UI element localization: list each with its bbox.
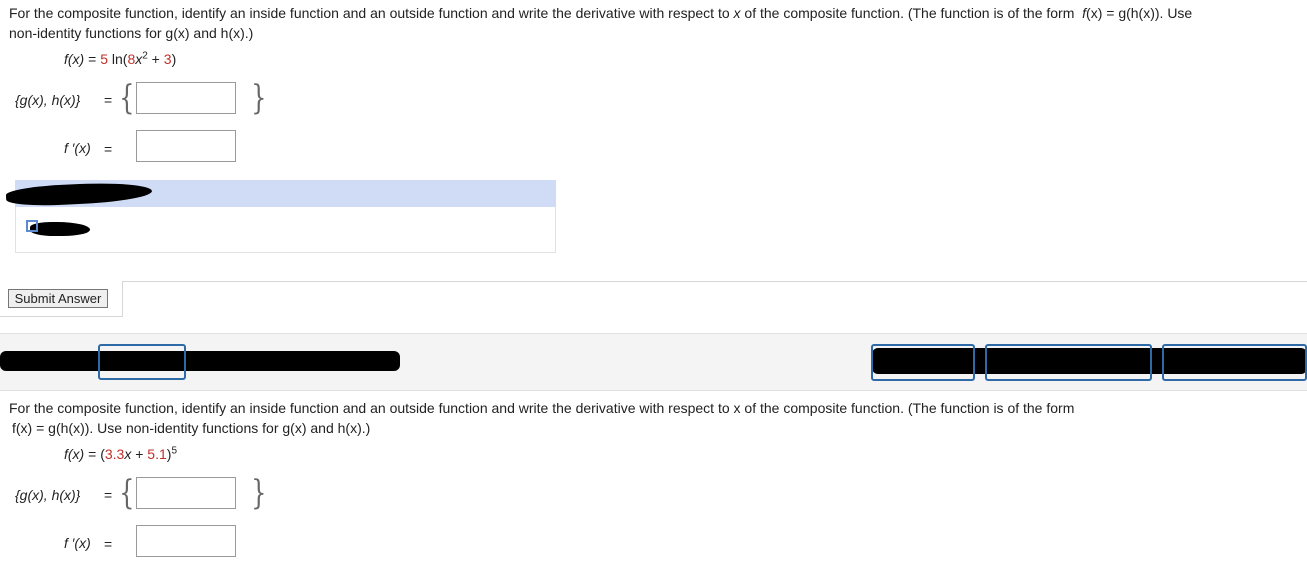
prompt-text: For the composite function, identify an … bbox=[9, 400, 1075, 416]
derivative-equals: = bbox=[104, 536, 113, 552]
pair-label: {g(x), h(x)} bbox=[15, 487, 80, 503]
open-brace: { bbox=[119, 78, 135, 118]
exponent: 5 bbox=[171, 445, 177, 457]
derivative-label: f ′(x) bbox=[64, 535, 91, 551]
derivative-answer-input[interactable] bbox=[136, 525, 236, 557]
prompt-text: non-identity functions for g(x) and h(x)… bbox=[9, 25, 254, 41]
plus-sign: + bbox=[131, 446, 148, 462]
prompt-text: (x) = g(h(x)). Use bbox=[1086, 5, 1193, 21]
equals-sign: = bbox=[88, 51, 97, 67]
toolbar-button[interactable] bbox=[1162, 344, 1307, 381]
toolbar-button[interactable] bbox=[871, 344, 975, 381]
question-1-prompt: For the composite function, identify an … bbox=[9, 3, 1299, 43]
derivative-label-text: f ′(x) bbox=[64, 535, 91, 551]
open-brace: { bbox=[119, 473, 135, 513]
inner-constant: 3 bbox=[163, 51, 172, 67]
help-panel-body bbox=[15, 207, 556, 253]
function-lhs: f(x) bbox=[64, 51, 85, 67]
derivative-answer-input[interactable] bbox=[136, 130, 236, 162]
prompt-var: x bbox=[733, 5, 741, 21]
prompt-text: f(x) = g(h(x)). Use non-identity functio… bbox=[12, 420, 371, 436]
prompt-text: of the composite function. (The function… bbox=[740, 5, 1079, 21]
submit-answer-button[interactable]: Submit Answer bbox=[8, 289, 108, 308]
pair-label-text: {g(x), h(x)} bbox=[15, 487, 81, 503]
toolbar-button[interactable] bbox=[985, 344, 1152, 381]
derivative-label: f ′(x) bbox=[64, 140, 91, 156]
question-1-function: f(x) = 5 ln(8x2 + 3) bbox=[64, 51, 176, 67]
function-lhs: f(x) bbox=[64, 446, 85, 462]
question-2-prompt: For the composite function, identify an … bbox=[9, 398, 1299, 438]
gh-answer-input[interactable] bbox=[136, 82, 236, 114]
pair-label: {g(x), h(x)} bbox=[15, 92, 80, 108]
pair-equals: = bbox=[104, 92, 113, 108]
derivative-equals: = bbox=[104, 141, 113, 157]
question-2-function: f(x) = (3.3x + 5.1)5 bbox=[64, 446, 177, 462]
constant: 5.1 bbox=[147, 446, 167, 462]
derivative-label-text: f ′(x) bbox=[64, 140, 91, 156]
link-icon[interactable] bbox=[26, 220, 38, 232]
coefficient: 3.3 bbox=[104, 446, 125, 462]
pair-label-text: {g(x), h(x)} bbox=[15, 92, 81, 108]
gh-answer-input[interactable] bbox=[136, 477, 236, 509]
plus-sign: + bbox=[147, 51, 164, 67]
prompt-text: For the composite function, identify an … bbox=[9, 5, 734, 21]
equals-sign: = bbox=[88, 446, 97, 462]
redacted-region bbox=[0, 351, 400, 371]
coefficient: 5 bbox=[100, 51, 108, 67]
divider bbox=[122, 281, 1307, 282]
toolbar-button[interactable] bbox=[98, 344, 186, 380]
close-paren: ) bbox=[171, 51, 177, 67]
pair-equals: = bbox=[104, 487, 113, 503]
close-brace: } bbox=[251, 473, 267, 513]
close-brace: } bbox=[251, 78, 267, 118]
ln-open: ln( bbox=[107, 51, 128, 67]
redacted-region bbox=[30, 222, 90, 236]
